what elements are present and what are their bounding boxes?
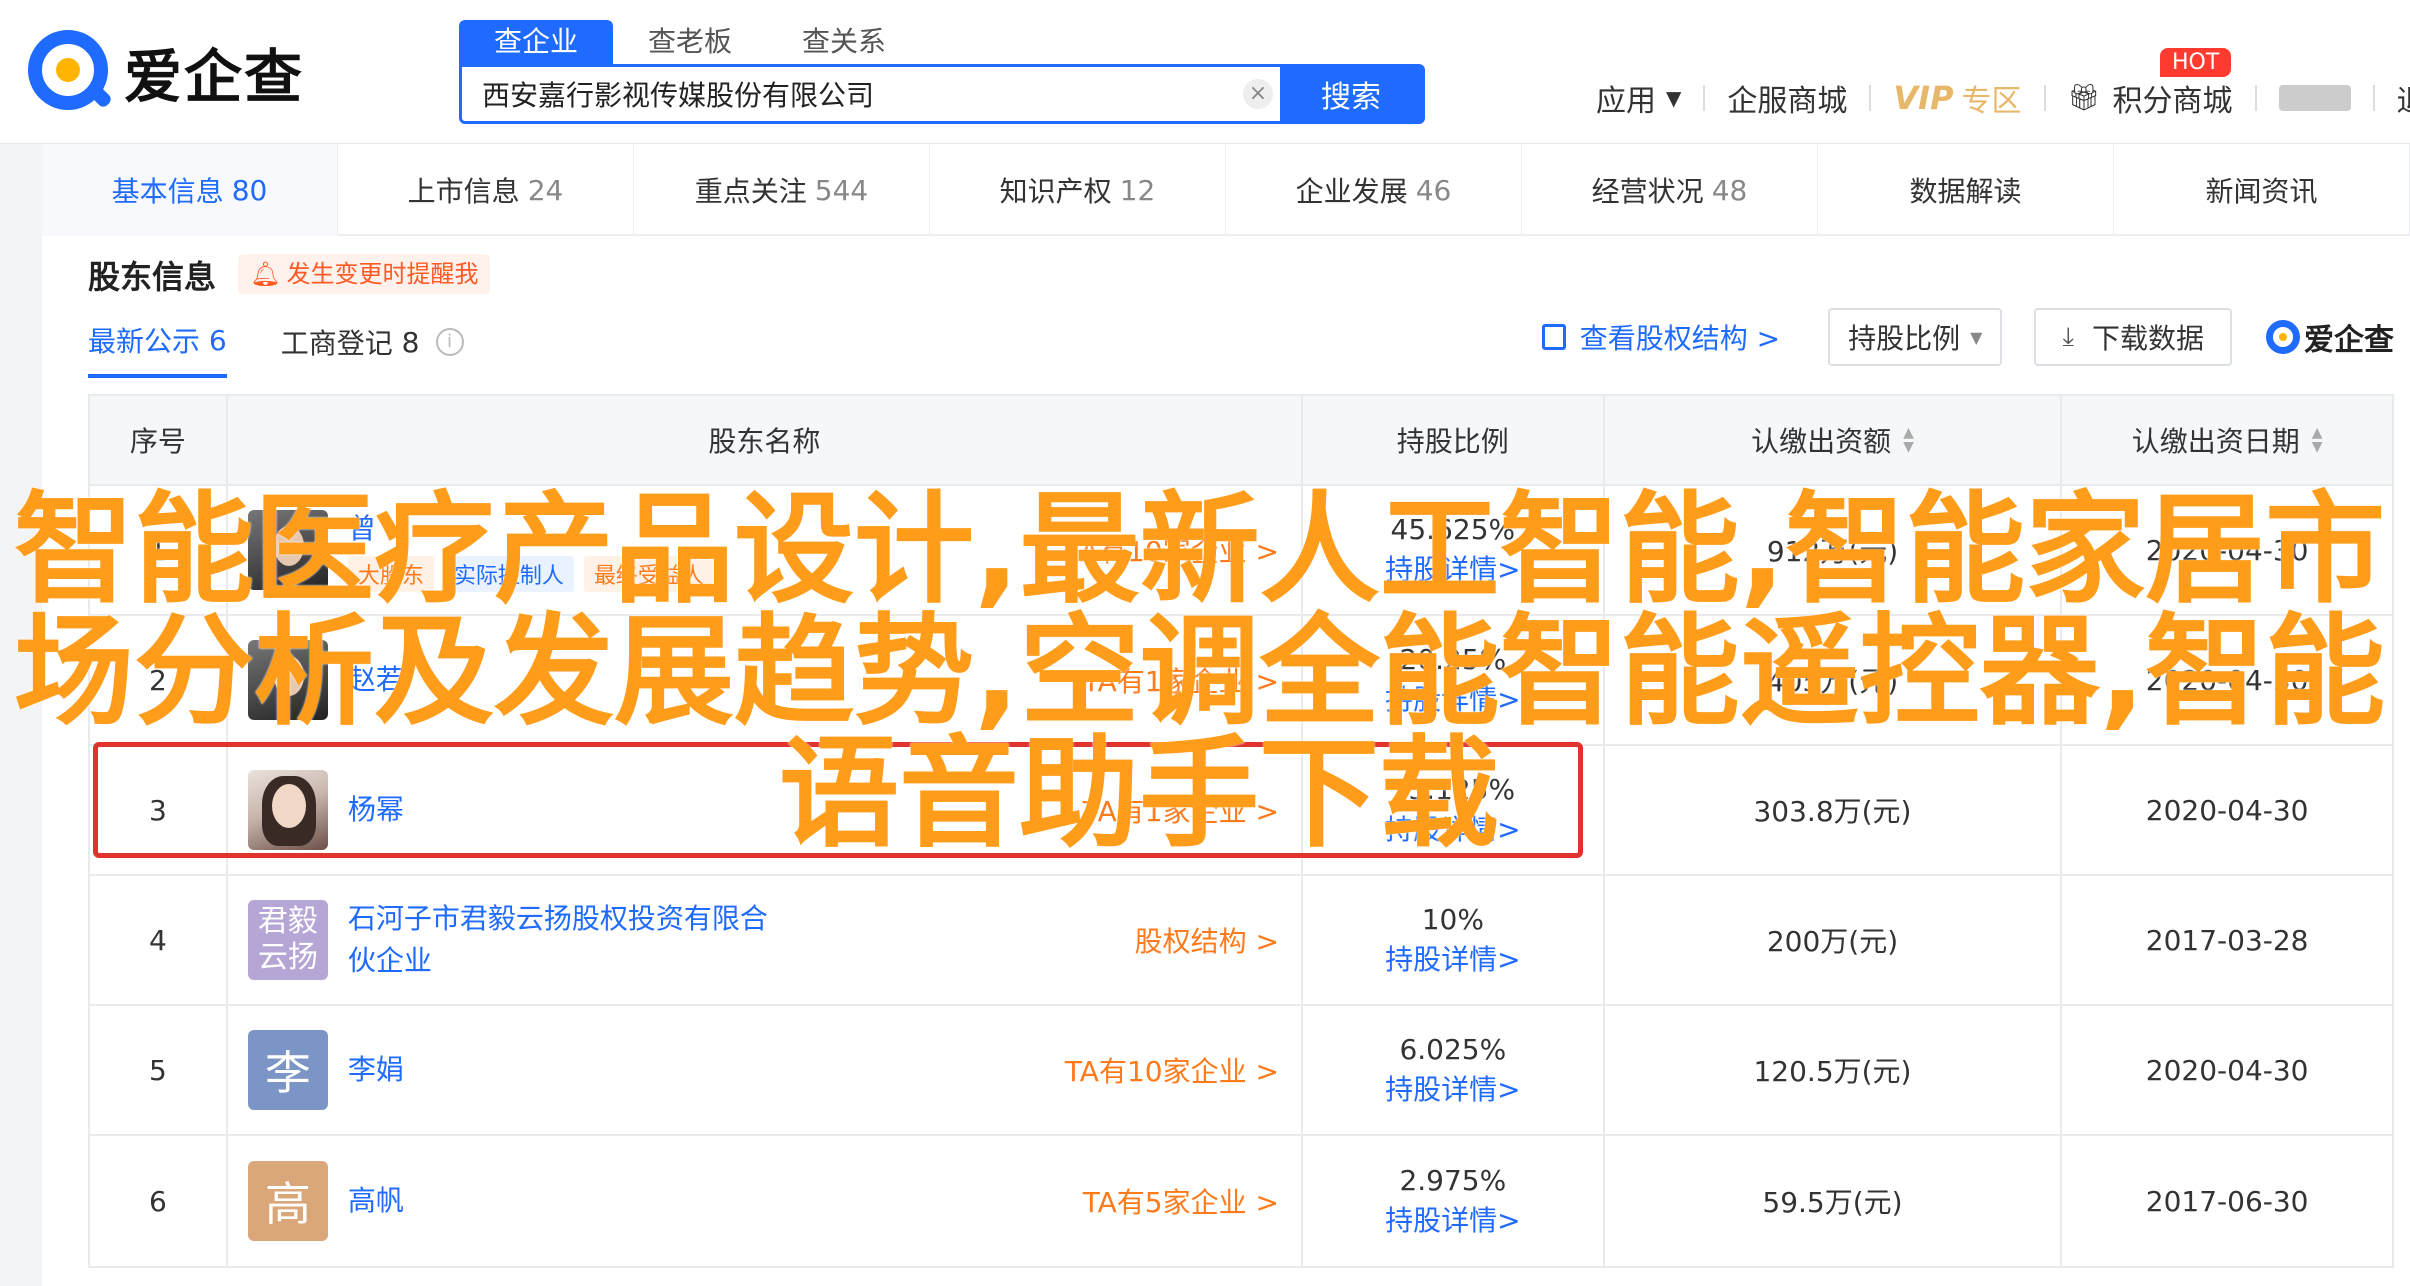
row-number: 5 bbox=[90, 1006, 228, 1134]
search-area: 查企业 查老板 查关系 × 搜索 bbox=[459, 20, 1425, 124]
tab-news[interactable]: 新闻资讯 bbox=[2114, 144, 2410, 236]
top-nav: 应用▼ 企服商城 VIP专区 🎁︎积分商城 退出 bbox=[1596, 76, 2410, 120]
row-number: 6 bbox=[90, 1136, 228, 1266]
nav-logout[interactable]: 退出 bbox=[2397, 76, 2410, 120]
col-no: 序号 bbox=[90, 396, 228, 484]
logo-text: 爱企查 bbox=[124, 43, 305, 111]
amount-cell: 200万(元) bbox=[1605, 876, 2063, 1004]
clear-search-button[interactable]: × bbox=[1236, 67, 1280, 121]
holding-detail-link[interactable]: 持股详情> bbox=[1385, 940, 1520, 980]
user-name-blurred bbox=[2278, 85, 2351, 111]
tab-operation[interactable]: 经营状况 48 bbox=[1522, 144, 1818, 236]
search-input[interactable] bbox=[462, 67, 1236, 121]
download-data-button[interactable]: ⤓ 下载数据 bbox=[2034, 308, 2232, 366]
sort-icon: ▲ ▼ bbox=[2311, 425, 2323, 455]
related-companies-link[interactable]: TA有5家企业 > bbox=[1083, 1181, 1279, 1221]
col-ratio: 持股比例 bbox=[1303, 396, 1605, 484]
structure-icon bbox=[1541, 324, 1566, 350]
avatar: 高 bbox=[247, 1161, 328, 1241]
search-tab-boss[interactable]: 查老板 bbox=[613, 20, 767, 64]
col-date[interactable]: 认缴出资日期 ▲ ▼ bbox=[2062, 396, 2392, 484]
overlay-line-1: 智能医疗产品设计,最新人工智能,智能家居市 bbox=[14, 481, 2386, 620]
table-row: 6 高 高帆 TA有5家企业 > 2.975% 持股详情> 59.5万(元) 20… bbox=[90, 1136, 2392, 1266]
sort-select[interactable]: 持股比例 ▼ bbox=[1828, 308, 2003, 366]
top-header: 爱企查 查企业 查老板 查关系 × 搜索 HOT 应用▼ 企服商城 VIP专区 … bbox=[0, 0, 2410, 144]
amount-cell: 120.5万(元) bbox=[1605, 1006, 2063, 1134]
caret-down-icon: ▼ bbox=[1666, 86, 1682, 110]
bell-icon: 🔔︎ bbox=[250, 260, 281, 288]
download-icon: ⤓ bbox=[2062, 321, 2074, 352]
avatar: 君毅云扬 bbox=[247, 900, 328, 980]
search-tab-relation[interactable]: 查关系 bbox=[767, 20, 921, 64]
overlay-line-2: 场分析及发展趋势,空调全能智能遥控器,智能 bbox=[14, 603, 2386, 742]
overlay-headline: 智能医疗产品设计,最新人工智能,智能家居市 场分析及发展趋势,空调全能智能遥控器… bbox=[14, 481, 2386, 864]
nav-apps[interactable]: 应用 ▼ bbox=[1596, 76, 1681, 120]
col-shareholder: 股东名称 bbox=[228, 396, 1303, 484]
date-cell: 2017-03-28 bbox=[2145, 923, 2309, 957]
search-box: × 搜索 bbox=[459, 64, 1425, 124]
info-icon[interactable]: i bbox=[435, 328, 464, 356]
overlay-line-3: 语音助手下载 bbox=[779, 725, 1499, 864]
shareholder-cell: 君毅云扬 石河子市君毅云扬股权投资有限合伙企业 股权结构 > bbox=[228, 876, 1303, 1004]
view-equity-structure-link[interactable]: 查看股权结构 > bbox=[1541, 317, 1780, 357]
table-tools: 查看股权结构 > 持股比例 ▼ ⤓ 下载数据 爱企查 bbox=[1541, 308, 2394, 366]
logo-icon bbox=[2266, 320, 2300, 354]
table-header: 序号 股东名称 持股比例 认缴出资额 ▲ ▼ 认缴出资日期 ▲ ▼ bbox=[90, 396, 2392, 486]
search-button[interactable]: 搜索 bbox=[1280, 67, 1422, 121]
sort-icon: ▲ ▼ bbox=[1903, 425, 1914, 455]
tab-development[interactable]: 企业发展 46 bbox=[1226, 144, 1522, 236]
related-companies-link[interactable]: TA有10家企业 > bbox=[1065, 1050, 1279, 1090]
tab-ip[interactable]: 知识产权 12 bbox=[930, 144, 1226, 236]
ratio-cell: 10% 持股详情> bbox=[1303, 876, 1605, 1004]
avatar: 李 bbox=[247, 1030, 328, 1110]
date-cell: 2017-06-30 bbox=[2145, 1184, 2309, 1218]
main-tabs: 基本信息 80 上市信息 24 重点关注 544 知识产权 12 企业发展 46 经营状况… bbox=[42, 144, 2410, 236]
table-row: 5 李 李娟 TA有10家企业 > 6.025% 持股详情> 120.5万(元) … bbox=[90, 1006, 2392, 1136]
tab-basic-info[interactable]: 基本信息 80 bbox=[42, 144, 338, 236]
ratio-cell: 2.975% 持股详情> bbox=[1303, 1136, 1605, 1266]
shareholder-cell: 高 高帆 TA有5家企业 > bbox=[228, 1136, 1303, 1266]
table-row: 4 君毅云扬 石河子市君毅云扬股权投资有限合伙企业 股权结构 > 10% 持股详情… bbox=[90, 876, 2392, 1006]
section-title: 股东信息 bbox=[88, 258, 217, 296]
date-cell: 2020-04-30 bbox=[2145, 1053, 2309, 1087]
shareholder-name[interactable]: 石河子市君毅云扬股权投资有限合伙企业 bbox=[348, 898, 768, 982]
gift-icon: 🎁︎ bbox=[2067, 83, 2101, 113]
sub-tab-latest[interactable]: 最新公示 6 bbox=[88, 320, 227, 378]
logo-icon bbox=[28, 30, 114, 114]
sub-tab-registration[interactable]: 工商登记 8i bbox=[281, 320, 464, 378]
shareholder-sub-tabs: 最新公示 6 工商登记 8i bbox=[88, 320, 518, 378]
close-icon: × bbox=[1243, 79, 1273, 109]
shareholder-cell: 李 李娟 TA有10家企业 > bbox=[228, 1006, 1303, 1134]
equity-structure-link[interactable]: 股权结构 > bbox=[1135, 920, 1279, 960]
tab-data-analysis[interactable]: 数据解读 bbox=[1818, 144, 2114, 236]
nav-vip-zone[interactable]: VIP 专区 bbox=[1893, 76, 2021, 120]
ratio-cell: 6.025% 持股详情> bbox=[1303, 1006, 1605, 1134]
tab-listing-info[interactable]: 上市信息 24 bbox=[338, 144, 634, 236]
holding-detail-link[interactable]: 持股详情> bbox=[1385, 1070, 1520, 1110]
search-tab-company[interactable]: 查企业 bbox=[459, 20, 613, 64]
amount-cell: 59.5万(元) bbox=[1605, 1136, 2063, 1266]
brand-watermark: 爱企查 bbox=[2266, 315, 2394, 359]
site-logo[interactable]: 爱企查 bbox=[28, 30, 304, 114]
holding-detail-link[interactable]: 持股详情> bbox=[1385, 1201, 1520, 1241]
col-amount[interactable]: 认缴出资额 ▲ ▼ bbox=[1605, 396, 2063, 484]
caret-down-icon: ▼ bbox=[1970, 327, 1983, 347]
hot-badge: HOT bbox=[2160, 48, 2232, 77]
row-number: 4 bbox=[90, 876, 228, 1004]
tab-key-focus[interactable]: 重点关注 544 bbox=[634, 144, 930, 236]
change-remind-button[interactable]: 🔔︎ 发生变更时提醒我 bbox=[238, 254, 491, 294]
nav-points-mall[interactable]: 🎁︎ 积分商城 bbox=[2068, 76, 2233, 120]
nav-user[interactable] bbox=[2278, 85, 2351, 111]
nav-enterprise-mall[interactable]: 企服商城 bbox=[1727, 76, 1847, 120]
